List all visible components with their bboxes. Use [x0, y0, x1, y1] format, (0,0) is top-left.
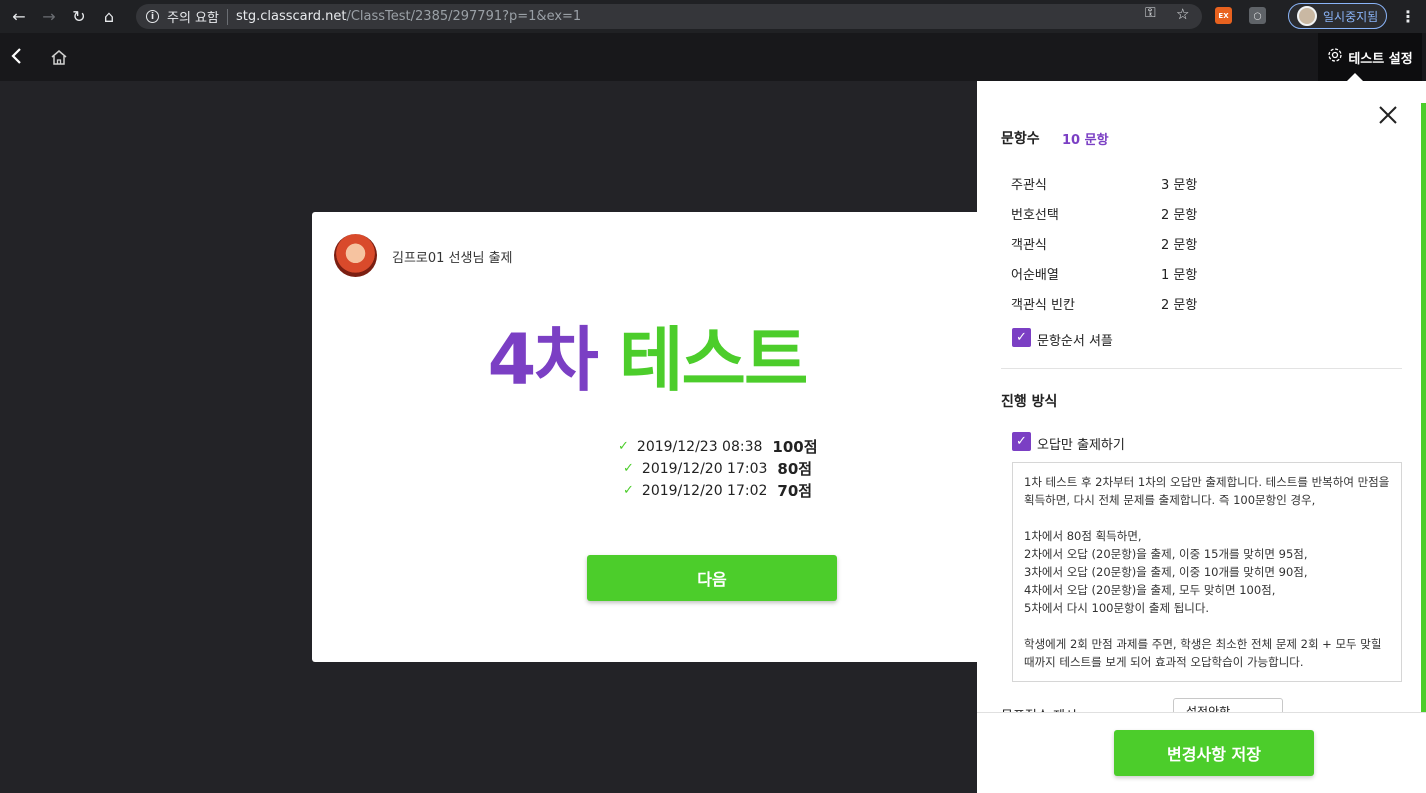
url-path[interactable]: /ClassTest/2385/297791?p=1&ex=1 — [346, 9, 581, 24]
question-type-name: 어순배열 — [1011, 268, 1059, 283]
profile-avatar — [1297, 6, 1317, 26]
test-title-word: 테스트 — [619, 319, 808, 401]
description-line: 4차에서 오답 (20문항)을 출제, 모두 맞히면 100점, — [1024, 583, 1276, 597]
question-type-row: 어순배열 1 문항 — [1011, 264, 1197, 283]
settings-tab-label: 테스트 설정 — [1348, 51, 1413, 67]
url-host[interactable]: stg.classcard.net — [236, 9, 346, 24]
question-type-row: 주관식 3 문항 — [1011, 174, 1197, 193]
history-row: ✓ 2019/12/23 08:38 100점 — [618, 436, 818, 457]
back-chevron-icon[interactable] — [10, 47, 24, 70]
history-score: 80점 — [777, 460, 813, 478]
omnibox-divider — [226, 8, 228, 25]
save-changes-button[interactable]: 변경사항 저장 — [1114, 730, 1314, 776]
browser-back-icon[interactable]: ← — [8, 6, 30, 28]
question-type-count: 2 문항 — [1161, 238, 1198, 253]
teacher-avatar — [334, 234, 377, 277]
home-icon[interactable] — [50, 49, 68, 65]
browser-menu-icon[interactable]: ⋮ — [1400, 7, 1416, 26]
info-icon[interactable]: i — [146, 10, 159, 23]
question-type-count: 1 문항 — [1161, 268, 1198, 283]
history-row: ✓ 2019/12/20 17:03 80점 — [623, 458, 812, 479]
question-type-name: 번호선택 — [1011, 208, 1059, 223]
history-score: 100점 — [772, 438, 818, 456]
extension-ex-icon[interactable]: EX — [1215, 7, 1232, 24]
extension-shield-icon[interactable]: ◯ — [1249, 7, 1266, 24]
history-score: 70점 — [777, 482, 813, 500]
browser-toolbar: ← → ↻ ⌂ i 주의 요함 stg.classcard.net/ClassT… — [0, 0, 1426, 33]
check-icon: ✓ — [623, 461, 634, 476]
history-date: 2019/12/20 17:03 — [641, 460, 768, 477]
gear-icon — [1327, 47, 1343, 67]
test-title: 4차 테스트 — [312, 304, 982, 405]
profile-button[interactable]: 일시중지됨 — [1288, 3, 1387, 29]
question-type-name: 객관식 빈칸 — [1011, 298, 1075, 313]
reload-icon[interactable]: ↻ — [68, 6, 90, 28]
check-icon: ✓ — [623, 483, 634, 498]
teacher-name: 김프로01 선생님 출제 — [392, 251, 513, 266]
history-date: 2019/12/23 08:38 — [636, 438, 763, 455]
wrong-only-label[interactable]: 오답만 출제하기 — [1037, 434, 1125, 453]
settings-panel: 문항수 10 문항 주관식 3 문항 번호선택 2 문항 객관식 2 문항 어순… — [977, 81, 1426, 793]
description-line: 5차에서 다시 100문항이 출제 됩니다. — [1024, 601, 1210, 615]
question-count-label: 문항수 — [1001, 131, 1040, 147]
test-settings-tab[interactable]: 테스트 설정 — [1318, 33, 1422, 81]
question-type-count: 2 문항 — [1161, 298, 1198, 313]
address-bar[interactable]: i 주의 요함 stg.classcard.net/ClassTest/2385… — [136, 4, 1202, 29]
question-count-value: 10 문항 — [1062, 133, 1109, 148]
description-intro: 1차 테스트 후 2차부터 1차의 오답만 출제합니다. 테스트를 반복하여 만… — [1024, 475, 1390, 507]
browser-home-icon[interactable]: ⌂ — [98, 6, 120, 28]
section-divider — [1001, 368, 1402, 369]
progress-section-title: 진행 방식 — [1001, 394, 1058, 410]
wrong-only-checkbox[interactable]: ✓ — [1012, 432, 1031, 451]
shuffle-label[interactable]: 문항순서 셔플 — [1037, 330, 1113, 349]
test-card: 김프로01 선생님 출제 4차 테스트 ✓ 2019/12/23 08:38 1… — [312, 212, 982, 662]
wrong-only-description: 1차 테스트 후 2차부터 1차의 오답만 출제합니다. 테스트를 반복하여 만… — [1012, 462, 1402, 682]
browser-forward-icon[interactable]: → — [38, 6, 60, 28]
shuffle-checkbox[interactable]: ✓ — [1012, 328, 1031, 347]
panel-footer: 변경사항 저장 — [977, 712, 1426, 793]
description-summary: 학생에게 2회 만점 과제를 주면, 학생은 최소한 전체 문제 2회 + 모두… — [1024, 637, 1382, 669]
key-icon[interactable]: ⚿ — [1145, 5, 1156, 21]
question-type-name: 주관식 — [1011, 178, 1047, 193]
question-type-row: 객관식 빈칸 2 문항 — [1011, 294, 1197, 313]
next-button[interactable]: 다음 — [587, 555, 837, 601]
profile-label: 일시중지됨 — [1323, 9, 1379, 24]
question-type-count: 3 문항 — [1161, 178, 1198, 193]
check-icon: ✓ — [618, 439, 629, 454]
tab-pointer — [1347, 73, 1363, 81]
close-icon[interactable] — [1377, 104, 1399, 126]
security-label[interactable]: 주의 요함 — [167, 7, 219, 26]
question-type-count: 2 문항 — [1161, 208, 1198, 223]
history-date: 2019/12/20 17:02 — [641, 482, 768, 499]
question-type-row: 번호선택 2 문항 — [1011, 204, 1197, 223]
description-line: 3차에서 오답 (20문항)을 출제, 이중 10개를 맞히면 90점, — [1024, 565, 1308, 579]
question-type-row: 객관식 2 문항 — [1011, 234, 1197, 253]
history-row: ✓ 2019/12/20 17:02 70점 — [623, 480, 812, 501]
description-line: 1차에서 80점 획득하면, — [1024, 529, 1142, 543]
description-line: 2차에서 오답 (20문항)을 출제, 이중 15개를 맞히면 95점, — [1024, 547, 1308, 561]
scrollbar[interactable] — [1421, 103, 1426, 715]
bookmark-star-icon[interactable]: ☆ — [1176, 5, 1189, 23]
question-type-name: 객관식 — [1011, 238, 1047, 253]
app-header: 테스트 설정 — [0, 33, 1426, 81]
test-title-number: 4차 — [487, 319, 599, 401]
